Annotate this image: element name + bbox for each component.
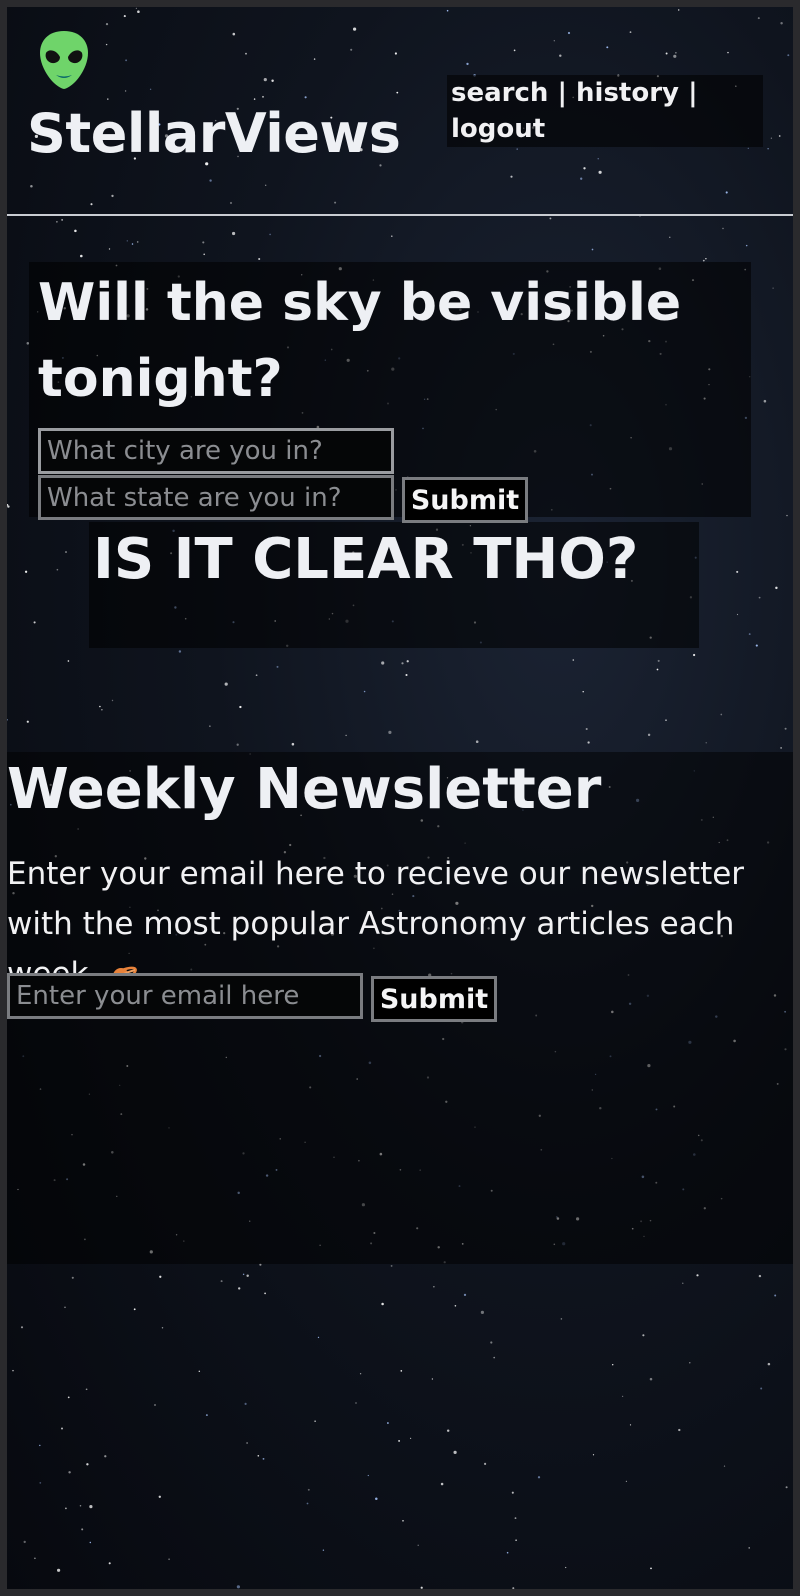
visibility-answer: IS IT CLEAR THO? [93, 527, 639, 592]
newsletter-submit-button[interactable]: Submit [371, 976, 497, 1022]
nav-separator: | [557, 78, 567, 108]
nav-separator: | [688, 78, 698, 108]
nav-logout-link[interactable]: logout [451, 114, 545, 144]
page-frame: StellarViews search | history | logout W… [7, 7, 793, 1589]
newsletter-email-input[interactable] [7, 973, 363, 1019]
visibility-question: Will the sky be visible tonight? [38, 273, 682, 409]
city-input[interactable] [38, 428, 394, 474]
alien-face-icon[interactable] [38, 29, 90, 91]
newsletter-title: Weekly Newsletter [7, 757, 602, 822]
main-nav: search | history | logout [451, 75, 761, 147]
visibility-submit-button[interactable]: Submit [402, 477, 528, 523]
header-divider [7, 214, 793, 216]
state-input[interactable] [38, 475, 394, 520]
brand-title: StellarViews [27, 102, 401, 165]
nav-search-link[interactable]: search [451, 78, 548, 108]
nav-history-link[interactable]: history [576, 78, 679, 108]
